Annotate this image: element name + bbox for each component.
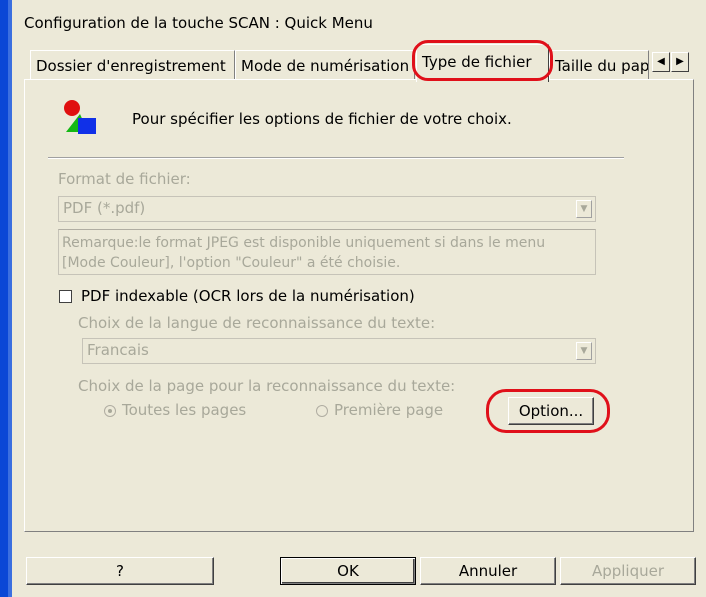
cancel-button[interactable]: Annuler <box>420 557 556 585</box>
apply-button[interactable]: Appliquer <box>560 557 696 585</box>
tab-panel <box>24 79 694 532</box>
panel-description: Pour spécifier les options de fichier de… <box>132 110 512 128</box>
file-type-icon <box>64 100 96 134</box>
tab-mode-numerisation[interactable]: Mode de numérisation <box>235 50 415 80</box>
file-format-value: PDF (*.pdf) <box>63 199 146 217</box>
radio-selected-dot <box>108 409 112 413</box>
radio-first-page-label: Première page <box>334 401 444 419</box>
arrow-right-icon[interactable]: ▶ <box>671 52 689 72</box>
arrow-left-icon[interactable]: ◀ <box>652 52 670 72</box>
dialog-title: Configuration de la touche SCAN : Quick … <box>24 14 373 32</box>
format-note: Remarque:le format JPEG est disponible u… <box>58 229 596 275</box>
ocr-language-value: Francais <box>87 341 149 359</box>
file-format-select[interactable]: PDF (*.pdf) ▼ <box>58 196 596 222</box>
page-choice-label: Choix de la page pour la reconnaissance … <box>78 377 456 395</box>
radio-first-page[interactable] <box>316 405 328 417</box>
help-button[interactable]: ? <box>26 557 214 585</box>
tab-type-fichier[interactable]: Type de fichier <box>416 44 549 82</box>
pdf-indexable-checkbox[interactable] <box>59 290 72 303</box>
radio-all-pages-label: Toutes les pages <box>122 401 247 419</box>
chevron-down-icon: ▼ <box>576 200 592 218</box>
option-button[interactable]: Option... <box>508 397 594 425</box>
tab-taille-papier[interactable]: Taille du papier <box>549 50 649 80</box>
ok-button[interactable]: OK <box>280 557 416 585</box>
separator <box>48 157 624 159</box>
ocr-language-label: Choix de la langue de reconnaissance du … <box>78 314 436 332</box>
file-format-label: Format de fichier: <box>58 170 191 188</box>
ocr-language-select[interactable]: Francais ▼ <box>82 338 596 364</box>
window-frame-left <box>0 0 8 597</box>
pdf-indexable-label: PDF indexable (OCR lors de la numérisati… <box>81 287 415 305</box>
chevron-down-icon: ▼ <box>576 342 592 360</box>
tab-dossier-enregistrement[interactable]: Dossier d'enregistrement <box>30 50 235 80</box>
radio-all-pages[interactable] <box>104 405 116 417</box>
